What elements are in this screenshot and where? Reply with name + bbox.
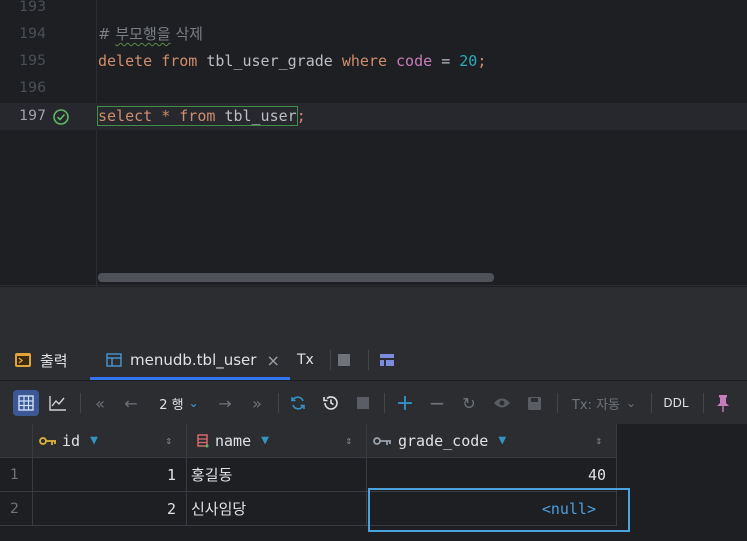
- eye-icon[interactable]: [489, 390, 515, 416]
- toolbar-separator: [651, 393, 652, 413]
- tx-mode-selector[interactable]: Tx: 자동 ⌄: [566, 390, 642, 416]
- tab-output[interactable]: 출력: [14, 340, 84, 380]
- toolbar-separator: [278, 393, 279, 413]
- filter-icon[interactable]: ▼: [498, 433, 506, 448]
- line-number: 193: [19, 0, 46, 15]
- row-number[interactable]: 2: [0, 492, 33, 526]
- cell-grade-code[interactable]: 40: [367, 458, 617, 492]
- sort-icon[interactable]: ⇕: [165, 434, 172, 447]
- cell-id[interactable]: 1: [33, 458, 187, 492]
- tab-output-label: 출력: [40, 351, 68, 370]
- last-page-icon[interactable]: »: [244, 390, 270, 416]
- tab-tx[interactable]: Tx: [297, 340, 327, 380]
- next-page-icon[interactable]: →: [212, 390, 238, 416]
- grid-toolbar: « ← 2 행 ⌄ → » + − ↻ Tx: 자동 ⌄ DDL: [0, 381, 747, 424]
- stop-icon[interactable]: [338, 340, 358, 380]
- column-header-name[interactable]: name ▼ ⇕: [187, 424, 367, 458]
- comment-text: # 부모행을 삭제: [98, 25, 203, 43]
- code-line-195[interactable]: 195 delete from tbl_user_grade where cod…: [0, 48, 747, 75]
- sort-icon[interactable]: ⇕: [595, 434, 602, 447]
- table-view-icon[interactable]: [13, 390, 39, 416]
- history-icon[interactable]: [318, 390, 344, 416]
- line-number: 196: [19, 80, 46, 96]
- code-line-193[interactable]: 193: [0, 0, 747, 21]
- execution-success-icon[interactable]: [52, 108, 70, 126]
- row-number[interactable]: 1: [0, 458, 33, 492]
- add-row-icon[interactable]: +: [392, 390, 418, 416]
- toolbar-separator: [384, 393, 385, 413]
- toolbar-separator: [80, 393, 81, 413]
- selected-cell-outline: [368, 488, 630, 532]
- layout-icon[interactable]: [380, 340, 400, 380]
- sort-icon[interactable]: ⇕: [345, 434, 352, 447]
- tab-separator: [368, 350, 369, 370]
- delete-row-icon[interactable]: −: [424, 390, 450, 416]
- primary-key-icon: [39, 436, 56, 445]
- code-line-196[interactable]: 196: [0, 75, 747, 102]
- save-icon[interactable]: [521, 390, 547, 416]
- cell-name[interactable]: 신사임당: [187, 492, 367, 526]
- revert-icon[interactable]: ↻: [456, 390, 482, 416]
- filter-icon[interactable]: ▼: [261, 433, 269, 448]
- chevron-down-icon: ⌄: [626, 396, 637, 410]
- toolbar-separator: [703, 393, 704, 413]
- cell-id[interactable]: 2: [33, 492, 187, 526]
- foreign-key-icon: [373, 436, 391, 445]
- column-header-grade-code[interactable]: grade_code ▼ ⇕: [367, 424, 617, 458]
- cell-name[interactable]: 홍길동: [187, 458, 367, 492]
- chevron-down-icon: ⌄: [188, 396, 199, 410]
- sql-statement: select * from tbl_user;: [97, 106, 306, 126]
- tab-table-label: menudb.tbl_user: [130, 351, 257, 369]
- editor-divider: [0, 285, 747, 286]
- line-number: 197: [19, 108, 46, 124]
- code-editor[interactable]: 193 194 # 부모행을 삭제 195 delete from tbl_us…: [0, 0, 747, 287]
- column-header-id[interactable]: id ▼ ⇕: [33, 424, 187, 458]
- ddl-button[interactable]: DDL: [659, 390, 693, 416]
- pin-icon[interactable]: [710, 390, 736, 416]
- previous-page-icon[interactable]: ←: [118, 390, 144, 416]
- row-number-header: [0, 424, 33, 458]
- first-page-icon[interactable]: «: [87, 390, 113, 416]
- refresh-icon[interactable]: [285, 390, 311, 416]
- line-number: 195: [19, 53, 46, 69]
- table-icon: [106, 353, 122, 367]
- line-number: 194: [19, 26, 46, 42]
- result-tabs: 출력 menudb.tbl_user × Tx: [0, 340, 747, 381]
- chart-view-icon[interactable]: [45, 390, 71, 416]
- code-line-194[interactable]: 194 # 부모행을 삭제: [0, 21, 747, 48]
- code-line-197[interactable]: 197 select * from tbl_user;: [0, 103, 747, 130]
- tab-table-result[interactable]: menudb.tbl_user ×: [90, 340, 290, 380]
- toolbar-separator: [557, 393, 558, 413]
- filter-icon[interactable]: ▼: [90, 433, 98, 448]
- rows-selector[interactable]: 2 행 ⌄: [152, 390, 206, 416]
- sql-statement: delete from tbl_user_grade where code = …: [98, 52, 487, 70]
- close-icon[interactable]: ×: [266, 351, 279, 370]
- console-icon: [15, 353, 31, 367]
- stop-query-icon[interactable]: [350, 390, 376, 416]
- column-icon: [197, 433, 209, 447]
- horizontal-scrollbar[interactable]: [98, 273, 494, 282]
- tab-separator: [330, 350, 331, 370]
